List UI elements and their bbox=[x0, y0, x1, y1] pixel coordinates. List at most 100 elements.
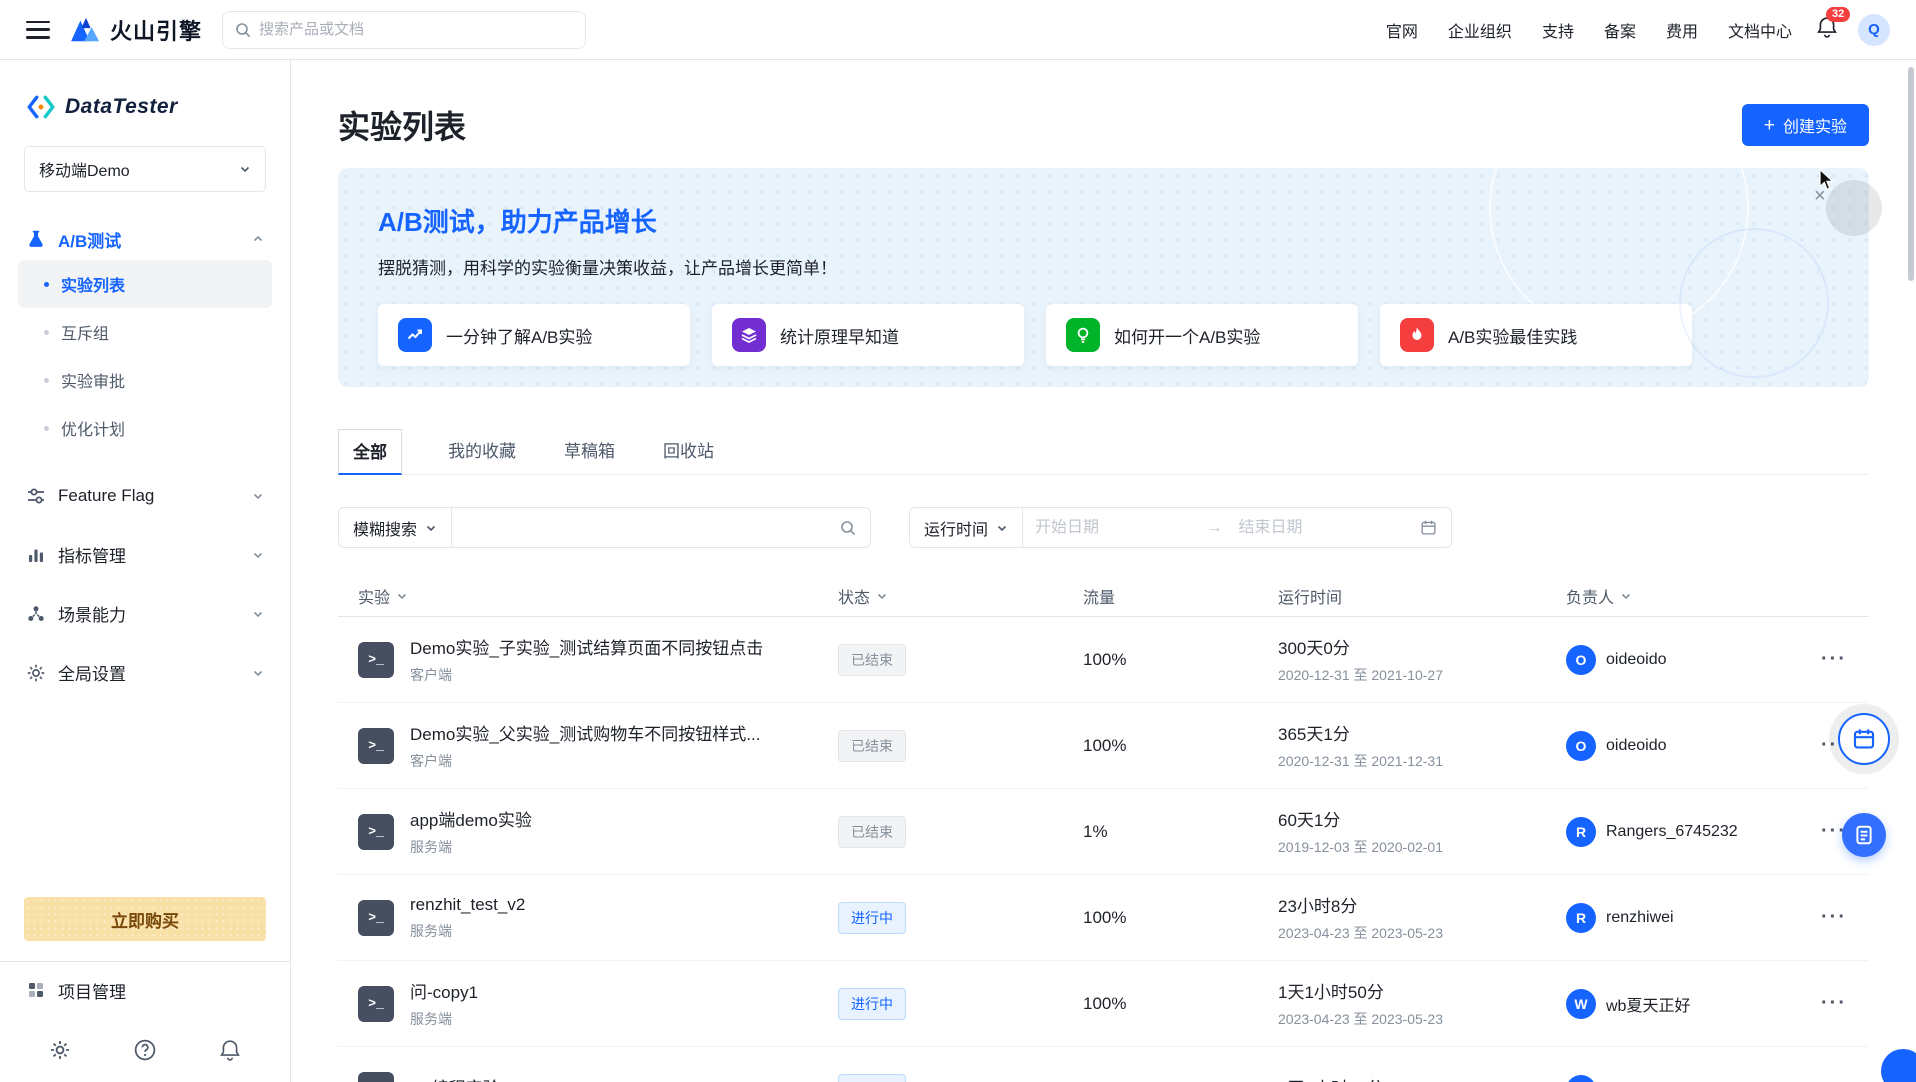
sidebar-item-scene-capability[interactable]: 场景能力 bbox=[0, 584, 290, 643]
datatester-logo[interactable]: DataTester bbox=[0, 94, 290, 120]
sidebar-item-ab-test[interactable]: A/B测试 bbox=[0, 218, 290, 260]
row-actions-button[interactable]: ··· bbox=[1821, 1078, 1869, 1082]
column-header-status[interactable]: 状态 bbox=[838, 584, 1083, 608]
experiment-name[interactable]: renzhit_test_v2 bbox=[410, 895, 525, 915]
experiment-name[interactable]: Demo实验_父实验_测试购物车不同按钮样式... bbox=[410, 720, 760, 745]
sidebar-item-feature-flag[interactable]: Feature Flag bbox=[0, 466, 290, 525]
traffic-value: 1% bbox=[1083, 822, 1278, 842]
topnav-link-official-site[interactable]: 官网 bbox=[1386, 18, 1418, 42]
sidebar-item-label: 场景能力 bbox=[58, 601, 240, 626]
column-header-experiment[interactable]: 实验 bbox=[358, 584, 838, 608]
sidebar-item-label: 实验列表 bbox=[61, 272, 125, 296]
experiment-search-input[interactable] bbox=[452, 519, 826, 537]
sidebar-item-optimization-plan[interactable]: 优化计划 bbox=[18, 404, 272, 452]
topnav-link-support[interactable]: 支持 bbox=[1542, 18, 1574, 42]
status-badge: 进行中 bbox=[838, 1074, 906, 1082]
settings-gear-button[interactable] bbox=[45, 1035, 75, 1065]
notification-badge: 32 bbox=[1826, 7, 1850, 22]
main-content: 实验列表 + 创建实验 A/B测试，助力产品增长 摆脱猜测，用科学的实验衡量决策… bbox=[291, 60, 1916, 1082]
flame-icon bbox=[1400, 318, 1434, 352]
banner-card-how-to-start[interactable]: 如何开一个A/B实验 bbox=[1046, 304, 1358, 366]
top-links: 官网 企业组织 支持 备案 费用 文档中心 bbox=[1386, 18, 1792, 42]
search-submit-button[interactable] bbox=[826, 520, 870, 536]
filter-row: 模糊搜索 运行时间 → bbox=[338, 507, 1869, 548]
project-selector[interactable]: 移动端Demo bbox=[24, 146, 266, 192]
row-actions-button[interactable]: ··· bbox=[1821, 906, 1869, 929]
plus-icon: + bbox=[1764, 116, 1775, 135]
experiment-name[interactable]: tyz编程实验 bbox=[410, 1074, 500, 1082]
banner-cards: 一分钟了解A/B实验 统计原理早知道 如何开一个A/B实验 bbox=[378, 304, 1829, 366]
tab-drafts[interactable]: 草稿箱 bbox=[562, 429, 617, 474]
notifications-button[interactable] bbox=[215, 1035, 245, 1065]
sidebar-item-metric-management[interactable]: 指标管理 bbox=[0, 525, 290, 584]
project-selector-value: 移动端Demo bbox=[39, 157, 130, 181]
user-avatar[interactable]: Q bbox=[1858, 14, 1890, 46]
owner-avatar: n bbox=[1566, 1075, 1596, 1082]
topnav-link-billing[interactable]: 费用 bbox=[1666, 18, 1698, 42]
topnav-link-docs-center[interactable]: 文档中心 bbox=[1728, 18, 1792, 42]
create-experiment-button[interactable]: + 创建实验 bbox=[1742, 104, 1869, 146]
global-search[interactable] bbox=[222, 11, 586, 49]
banner-card-learn-ab[interactable]: 一分钟了解A/B实验 bbox=[378, 304, 690, 366]
column-header-owner[interactable]: 负责人 bbox=[1566, 584, 1821, 608]
column-header-runtime: 运行时间 bbox=[1278, 584, 1566, 608]
global-search-input[interactable] bbox=[259, 21, 573, 38]
table-row[interactable]: >_ Demo实验_子实验_测试结算页面不同按钮点击 客户端 已结束 100% … bbox=[338, 617, 1869, 703]
status-badge: 已结束 bbox=[838, 816, 906, 848]
runtime-duration: 23小时8分 bbox=[1278, 892, 1566, 917]
volcengine-logo[interactable]: 火山引擎 bbox=[70, 14, 202, 46]
chevron-down-icon bbox=[996, 522, 1008, 534]
owner-avatar: R bbox=[1566, 903, 1596, 933]
help-button[interactable] bbox=[130, 1035, 160, 1065]
table-row[interactable]: >_ renzhit_test_v2 服务端 进行中 100% 23小时8分 2… bbox=[338, 875, 1869, 961]
tab-recycle-bin[interactable]: 回收站 bbox=[661, 429, 716, 474]
experiment-platform: 服务端 bbox=[410, 1009, 478, 1029]
calendar-icon[interactable] bbox=[1406, 519, 1451, 536]
sidebar-item-experiment-list[interactable]: 实验列表 bbox=[18, 260, 272, 308]
banner-card-statistics[interactable]: 统计原理早知道 bbox=[712, 304, 1024, 366]
status-badge: 进行中 bbox=[838, 988, 906, 1020]
tab-all[interactable]: 全部 bbox=[338, 429, 402, 475]
buy-now-button[interactable]: 立即购买 bbox=[24, 897, 266, 941]
experiment-name[interactable]: Demo实验_子实验_测试结算页面不同按钮点击 bbox=[410, 634, 763, 659]
status-badge: 已结束 bbox=[838, 730, 906, 762]
notification-bell[interactable]: 32 bbox=[1816, 16, 1838, 43]
table-row[interactable]: >_ 问-copy1 服务端 进行中 100% 1天1小时50分 2023-04… bbox=[338, 961, 1869, 1047]
sidebar-item-experiment-approval[interactable]: 实验审批 bbox=[18, 356, 272, 404]
docs-helper-fab-button[interactable] bbox=[1842, 813, 1886, 857]
chevron-down-icon bbox=[252, 667, 264, 679]
sidebar-item-label: 实验审批 bbox=[61, 368, 125, 392]
experiment-platform: 服务端 bbox=[410, 837, 532, 857]
chevron-down-icon bbox=[252, 549, 264, 561]
hamburger-menu-icon[interactable] bbox=[26, 21, 50, 39]
sidebar-item-global-settings[interactable]: 全局设置 bbox=[0, 643, 290, 702]
terminal-icon: >_ bbox=[358, 986, 394, 1022]
banner-subtitle: 摆脱猜测，用科学的实验衡量决策收益，让产品增长更简单！ bbox=[378, 254, 1829, 279]
table-row[interactable]: >_ tyz编程实验 进行中 100% 1天5小时33分 n nmMqbbFQP… bbox=[338, 1047, 1869, 1082]
grid-icon bbox=[26, 980, 46, 1000]
experiment-name[interactable]: 问-copy1 bbox=[410, 978, 478, 1003]
experiment-name[interactable]: app端demo实验 bbox=[410, 806, 532, 831]
banner-close-button[interactable]: × bbox=[1814, 186, 1826, 206]
row-actions-button[interactable]: ··· bbox=[1821, 992, 1869, 1015]
row-actions-button[interactable]: ··· bbox=[1821, 648, 1869, 671]
topnav-link-icp-filing[interactable]: 备案 bbox=[1604, 18, 1636, 42]
search-icon bbox=[235, 22, 251, 38]
fuzzy-search-type-select[interactable]: 模糊搜索 bbox=[339, 508, 452, 547]
app-root: 火山引擎 官网 企业组织 支持 备案 费用 文档中心 32 Q bbox=[0, 0, 1916, 1082]
end-date-input[interactable] bbox=[1227, 519, 1407, 537]
sidebar-item-project-management[interactable]: 项目管理 bbox=[0, 962, 290, 1018]
topnav-link-enterprise-org[interactable]: 企业组织 bbox=[1448, 18, 1512, 42]
page-scrollbar-thumb[interactable] bbox=[1908, 67, 1914, 281]
tour-spotlight-circle bbox=[1826, 180, 1882, 236]
sidebar-item-mutex-group[interactable]: 互斥组 bbox=[18, 308, 272, 356]
tab-favorites[interactable]: 我的收藏 bbox=[446, 429, 518, 474]
search-icon bbox=[840, 520, 856, 536]
runtime-type-select[interactable]: 运行时间 bbox=[910, 508, 1023, 547]
owner-avatar: O bbox=[1566, 645, 1596, 675]
table-row[interactable]: >_ app端demo实验 服务端 已结束 1% 60天1分 2019-12-0… bbox=[338, 789, 1869, 875]
table-row[interactable]: >_ Demo实验_父实验_测试购物车不同按钮样式... 客户端 已结束 100… bbox=[338, 703, 1869, 789]
assistant-fab-button[interactable] bbox=[1838, 713, 1890, 765]
banner-card-best-practice[interactable]: A/B实验最佳实践 bbox=[1380, 304, 1692, 366]
start-date-input[interactable] bbox=[1023, 519, 1203, 537]
